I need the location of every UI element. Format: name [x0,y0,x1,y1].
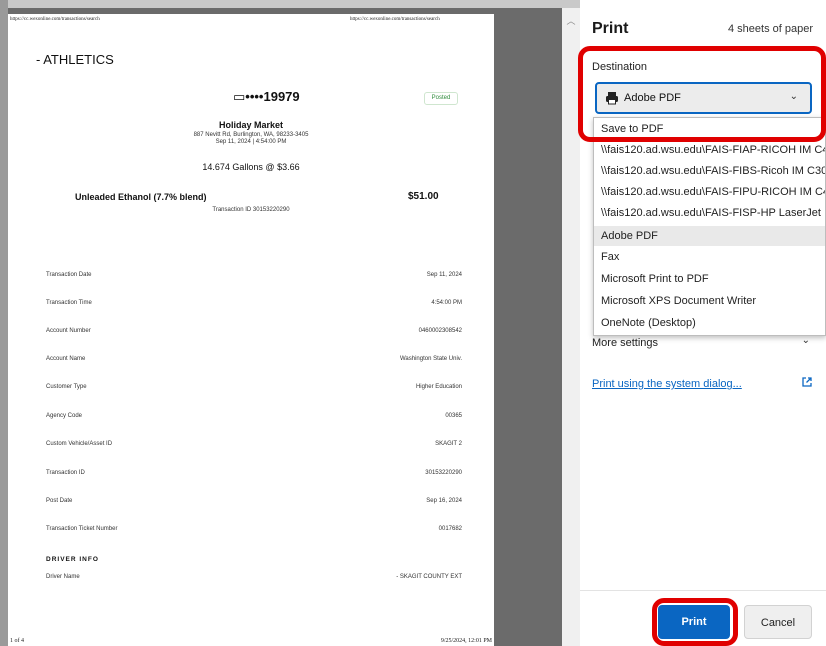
fuel-type: Unleaded Ethanol (7.7% blend) [75,192,207,202]
destination-option[interactable]: \\fais120.ad.wsu.edu\FAIS-FIBS-Ricoh IM … [594,161,825,181]
detail-value: SKAGIT 2 [435,441,462,447]
detail-label: Customer Type [46,384,87,390]
detail-value: Washington State Univ. [399,356,462,362]
destination-option[interactable]: \\fais120.ad.wsu.edu\FAIS-FISP-HP LaserJ… [594,203,825,223]
card-number: ▭••••19979 [233,89,300,104]
print-title: Print [592,20,629,37]
destination-dropdown: Save to PDF \\fais120.ad.wsu.edu\FAIS-FI… [593,117,826,336]
page-header-url-left: https://cc.wexonline.com/transactions/se… [10,17,100,22]
page-footer-count: 1 of 4 [10,638,24,644]
detail-label: Custom Vehicle/Asset ID [46,441,113,447]
print-preview-area: https://cc.wexonline.com/transactions/se… [0,0,580,646]
cancel-button[interactable]: Cancel [744,605,812,639]
chevron-down-icon[interactable]: ⌄ [802,335,810,346]
merchant-address: 887 Nevitt Rd, Burlington, WA, 98233-340… [193,132,309,138]
merchant-datetime: Sep 11, 2024 | 4:54:00 PM [215,139,287,145]
detail-label: Account Number [46,328,91,334]
detail-value: 4:54:00 PM [431,300,462,306]
destination-option[interactable]: Microsoft XPS Document Writer [594,291,825,311]
detail-label: Transaction ID [46,470,85,476]
more-settings-toggle[interactable]: More settings [592,337,658,349]
driver-info-heading: DRIVER INFO [46,556,99,563]
detail-value: 30153220290 [425,470,462,476]
transaction-id-line: Transaction ID 30153220290 [212,207,290,213]
detail-label: Driver Name [46,574,80,580]
amount: $51.00 [408,191,439,202]
detail-row: Transaction Ticket Number 0017682 [46,526,462,536]
detail-row: Account Name Washington State Univ. [46,356,462,366]
detail-row: Account Number 0460002308542 [46,328,462,338]
detail-value: Sep 11, 2024 [426,272,462,278]
destination-option[interactable]: \\fais120.ad.wsu.edu\FAIS-FIAP-RICOH IM … [594,140,825,160]
detail-row: Custom Vehicle/Asset ID SKAGIT 2 [46,441,462,451]
sheet-count: 4 sheets of paper [727,23,813,35]
merchant-name: Holiday Market [218,120,284,130]
destination-option[interactable]: \\fais120.ad.wsu.edu\FAIS-FIPU-RICOH IM … [594,182,825,202]
detail-value: 0017682 [438,526,462,532]
detail-value: Higher Education [415,384,462,390]
page-footer-date: 9/25/2024, 12:01 PM [440,638,492,644]
destination-option[interactable]: Microsoft Print to PDF [594,269,825,289]
destination-option[interactable]: Fax [594,247,825,267]
detail-row: Agency Code 00365 [46,413,462,423]
gallons-line: 14.674 Gallons @ $3.66 [202,162,300,172]
document-title: - ATHLETICS [36,52,114,67]
detail-label: Agency Code [46,413,83,419]
preview-left-edge [0,0,8,646]
preview-top-edge [0,0,580,8]
destination-highlight-box [578,46,826,142]
detail-value: Sep 16, 2024 [426,498,462,504]
detail-row: Customer Type Higher Education [46,384,462,394]
driver-row: Driver Name - SKAGIT COUNTY EXT [46,574,462,584]
preview-page: https://cc.wexonline.com/transactions/se… [8,14,494,646]
detail-row: Post Date Sep 16, 2024 [46,498,462,508]
destination-option[interactable]: OneNote (Desktop) [594,313,825,333]
detail-value: 00365 [445,413,462,419]
footer-divider [580,590,826,591]
detail-value: 0460002308542 [418,328,462,334]
external-link-icon[interactable] [801,375,813,393]
system-dialog-link[interactable]: Print using the system dialog... [592,378,742,390]
detail-label: Account Name [46,356,86,362]
destination-option-selected[interactable]: Adobe PDF [594,226,825,246]
detail-label: Transaction Ticket Number [46,526,118,532]
detail-value: - SKAGIT COUNTY EXT [396,574,462,580]
detail-row: Transaction Time 4:54:00 PM [46,300,462,310]
status-badge: Posted [424,92,458,105]
detail-row: Transaction ID 30153220290 [46,470,462,480]
print-button-highlight-box [652,598,738,646]
detail-row: Transaction Date Sep 11, 2024 [46,272,462,282]
page-header-url-right: https://cc.wexonline.com/transactions/se… [350,17,440,22]
scroll-up-icon[interactable]: ︿ [562,14,580,27]
detail-label: Transaction Time [46,300,92,306]
detail-label: Post Date [46,498,73,504]
detail-label: Transaction Date [46,272,92,278]
